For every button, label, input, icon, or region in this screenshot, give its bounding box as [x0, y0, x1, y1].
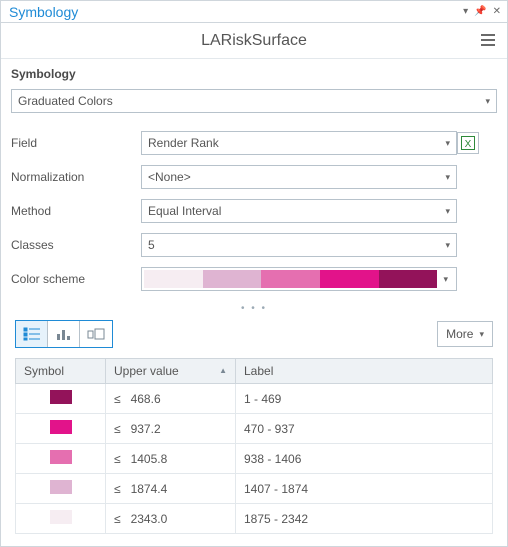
menu-icon[interactable]	[479, 31, 497, 49]
classes-dropdown[interactable]: 5 ▾	[141, 233, 457, 257]
chevron-down-icon: ▾	[479, 329, 484, 340]
table-row[interactable]: ≤ 468.6 1 - 469	[16, 384, 493, 414]
label-cell[interactable]: 470 - 937	[236, 414, 493, 444]
scales-view-button[interactable]	[80, 321, 112, 347]
primary-symbology-dropdown[interactable]: Graduated Colors ▾	[11, 89, 497, 113]
col-label[interactable]: Label	[236, 359, 493, 384]
chevron-down-icon: ▾	[485, 96, 490, 107]
close-icon[interactable]: ✕	[491, 6, 503, 17]
colorscheme-label: Color scheme	[11, 272, 141, 286]
svg-text:X: X	[465, 139, 472, 150]
method-label: Method	[11, 204, 141, 218]
list-view-button[interactable]	[16, 321, 48, 347]
pin-icon[interactable]: 📌	[472, 6, 488, 17]
symbol-chip	[50, 390, 72, 404]
primary-symbology-value: Graduated Colors	[18, 94, 113, 108]
chevron-down-icon: ▾	[445, 240, 450, 251]
ramp-swatch	[203, 270, 262, 288]
chevron-down-icon: ▾	[445, 138, 450, 149]
field-dropdown[interactable]: Render Rank ▾	[141, 131, 457, 155]
method-dropdown[interactable]: Equal Interval ▾	[141, 199, 457, 223]
classes-value: 5	[148, 238, 155, 252]
more-label: More	[446, 327, 473, 341]
chevron-down-icon: ▾	[437, 274, 454, 285]
label-cell[interactable]: 1407 - 1874	[236, 474, 493, 504]
view-toggle-group	[15, 320, 113, 348]
normalization-dropdown[interactable]: <None> ▾	[141, 165, 457, 189]
table-row[interactable]: ≤ 1874.4 1407 - 1874	[16, 474, 493, 504]
table-row[interactable]: ≤ 2343.0 1875 - 2342	[16, 504, 493, 534]
symbol-chip	[50, 450, 72, 464]
label-cell[interactable]: 1875 - 2342	[236, 504, 493, 534]
label-cell[interactable]: 1 - 469	[236, 384, 493, 414]
col-upper-value[interactable]: Upper value	[106, 359, 236, 384]
histogram-view-button[interactable]	[48, 321, 80, 347]
symbol-chip	[50, 420, 72, 434]
colorscheme-dropdown[interactable]: ▾	[141, 267, 457, 291]
symbology-section-label: Symbology	[1, 59, 507, 85]
symbol-chip	[50, 510, 72, 524]
more-button[interactable]: More ▾	[437, 321, 493, 347]
layer-title: LARiskSurface	[201, 32, 307, 50]
ramp-swatch	[320, 270, 379, 288]
field-value: Render Rank	[148, 136, 219, 150]
classes-label: Classes	[11, 238, 141, 252]
method-value: Equal Interval	[148, 204, 221, 218]
table-row[interactable]: ≤ 937.2 470 - 937	[16, 414, 493, 444]
ramp-swatch	[261, 270, 320, 288]
classes-table: Symbol Upper value Label ≤ 468.6 1 - 469…	[15, 358, 493, 534]
label-cell[interactable]: 938 - 1406	[236, 444, 493, 474]
upper-value-cell[interactable]: ≤ 468.6	[106, 384, 236, 414]
field-label: Field	[11, 136, 141, 150]
table-row[interactable]: ≤ 1405.8 938 - 1406	[16, 444, 493, 474]
dropdown-icon[interactable]: ▾	[461, 6, 470, 17]
panel-title: Symbology	[9, 4, 78, 20]
ramp-swatch	[379, 270, 438, 288]
chevron-down-icon: ▾	[445, 172, 450, 183]
upper-value-cell[interactable]: ≤ 937.2	[106, 414, 236, 444]
chevron-down-icon: ▾	[445, 206, 450, 217]
col-symbol[interactable]: Symbol	[16, 359, 106, 384]
expression-button[interactable]: X	[457, 132, 479, 154]
upper-value-cell[interactable]: ≤ 1405.8	[106, 444, 236, 474]
normalization-value: <None>	[148, 170, 191, 184]
ramp-swatch	[144, 270, 203, 288]
window-controls: ▾ 📌 ✕	[461, 6, 503, 17]
color-ramp	[144, 270, 437, 288]
resize-handle[interactable]: • • •	[1, 299, 507, 318]
upper-value-cell[interactable]: ≤ 1874.4	[106, 474, 236, 504]
normalization-label: Normalization	[11, 170, 141, 184]
symbol-chip	[50, 480, 72, 494]
upper-value-cell[interactable]: ≤ 2343.0	[106, 504, 236, 534]
